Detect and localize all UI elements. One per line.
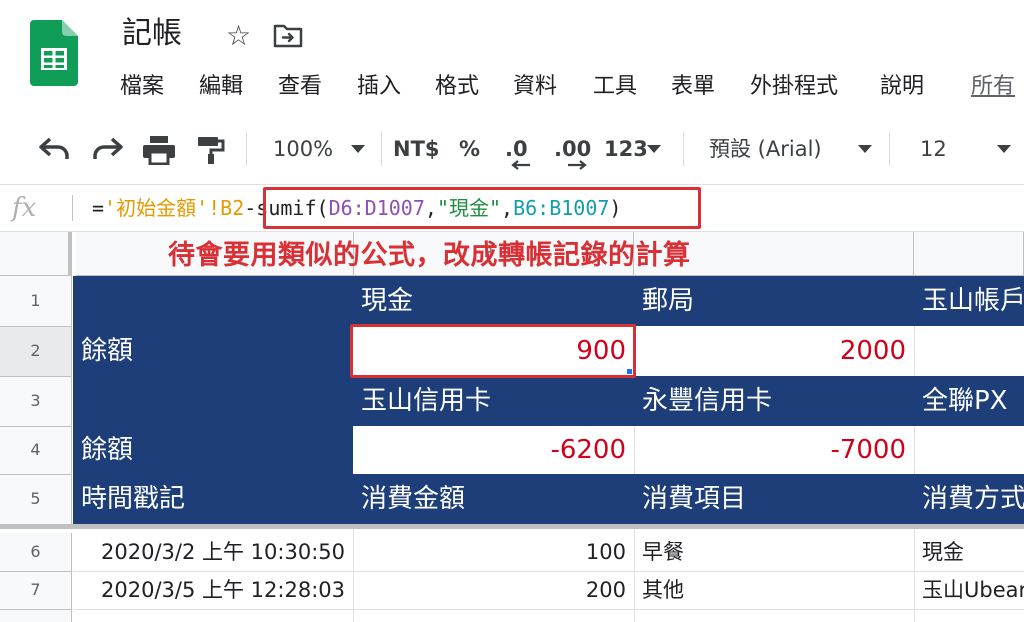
row-header-8[interactable]: [0, 609, 72, 622]
row-header-7[interactable]: 7: [0, 571, 72, 609]
cell-d5[interactable]: 消費方式: [914, 474, 1024, 524]
cell-a6[interactable]: 2020/3/2 上午 10:30:50: [73, 533, 353, 571]
cell-a7[interactable]: 2020/3/5 上午 12:28:03: [73, 571, 353, 609]
cell-d1[interactable]: 玉山帳戶: [914, 276, 1024, 326]
paint-format-icon[interactable]: [196, 135, 226, 165]
font-family-select[interactable]: 預設 (Arial): [709, 118, 822, 180]
cell-d6[interactable]: 現金: [914, 533, 1024, 571]
zoom-dropdown-icon[interactable]: [351, 145, 365, 153]
cell-b1[interactable]: 現金: [353, 276, 634, 326]
menu-tools[interactable]: 工具: [593, 70, 637, 104]
cell-a4[interactable]: 餘額: [73, 426, 353, 474]
sheets-logo-icon[interactable]: [30, 20, 78, 86]
cell-a2[interactable]: 餘額: [73, 326, 353, 376]
more-formats-dropdown-icon[interactable]: [647, 145, 661, 153]
font-dropdown-icon[interactable]: [858, 145, 872, 153]
cell-b4[interactable]: -6200: [353, 426, 634, 474]
menu-format[interactable]: 格式: [435, 70, 479, 104]
column-header-d[interactable]: [914, 232, 1024, 276]
formula-highlight-box: [263, 187, 701, 229]
cell-b7[interactable]: 200: [353, 571, 634, 609]
formula-bar: fx ='初始金額'!B2-sumif(D6:D1007,"現金",B6:B10…: [0, 184, 1024, 232]
cell-d3[interactable]: 全聯PX: [914, 376, 1024, 426]
font-size-dropdown-icon[interactable]: [997, 145, 1011, 153]
star-icon[interactable]: ☆: [226, 20, 251, 52]
arrow-right-icon: [568, 160, 587, 170]
row-header-2[interactable]: 2: [0, 326, 72, 376]
cell-c3[interactable]: 永豐信用卡: [634, 376, 914, 426]
currency-format-button[interactable]: NT$: [393, 118, 440, 180]
move-to-folder-icon[interactable]: [273, 22, 303, 48]
print-icon[interactable]: [142, 135, 176, 165]
more-formats-button[interactable]: 123: [604, 118, 648, 180]
cell-d2[interactable]: [914, 326, 1024, 376]
cell-b5[interactable]: 消費金額: [353, 474, 634, 524]
font-size-select[interactable]: 12: [920, 118, 947, 180]
decrease-decimal-button[interactable]: .0: [505, 118, 528, 180]
cell-b3[interactable]: 玉山信用卡: [353, 376, 634, 426]
row-header-6[interactable]: 6: [0, 533, 72, 571]
menu-addons[interactable]: 外掛程式: [750, 70, 838, 104]
cell-a5[interactable]: 時間戳記: [73, 474, 353, 524]
menu-file[interactable]: 檔案: [120, 70, 164, 104]
menu-help[interactable]: 說明: [880, 70, 924, 104]
cell-c2[interactable]: 2000: [634, 326, 914, 376]
menu-forms[interactable]: 表單: [671, 70, 715, 104]
cell-a3[interactable]: [73, 376, 353, 426]
cell-c7[interactable]: 其他: [634, 571, 914, 609]
menu-view[interactable]: 查看: [278, 70, 322, 104]
cell-d4[interactable]: [914, 426, 1024, 474]
cell-c6[interactable]: 早餐: [634, 533, 914, 571]
cell-d7[interactable]: 玉山Ubear: [914, 571, 1024, 609]
fill-handle[interactable]: [626, 368, 633, 375]
last-edit-link[interactable]: 所有: [971, 70, 1015, 104]
menu-edit[interactable]: 編輯: [199, 70, 243, 104]
row-header-4[interactable]: 4: [0, 426, 72, 474]
cell-c4[interactable]: -7000: [634, 426, 914, 474]
cell-a1[interactable]: [73, 276, 353, 326]
zoom-select[interactable]: 100%: [273, 118, 333, 180]
annotation-note: 待會要用類似的公式，改成轉帳記錄的計算: [168, 240, 691, 271]
row-header-3[interactable]: 3: [0, 376, 72, 426]
redo-icon[interactable]: [90, 135, 124, 163]
selected-cell-highlight: [350, 324, 636, 378]
menu-insert[interactable]: 插入: [357, 70, 401, 104]
cell-c5[interactable]: 消費項目: [634, 474, 914, 524]
menu-data[interactable]: 資料: [513, 70, 557, 104]
cell-c1[interactable]: 郵局: [634, 276, 914, 326]
percent-format-button[interactable]: %: [459, 118, 480, 180]
undo-icon[interactable]: [38, 135, 72, 163]
increase-decimal-button[interactable]: .00: [554, 118, 591, 180]
row-header-1[interactable]: 1: [0, 276, 72, 326]
cell-b6[interactable]: 100: [353, 533, 634, 571]
arrow-left-icon: [511, 160, 530, 170]
select-all-corner[interactable]: [0, 232, 72, 276]
toolbar: 100% NT$ % .0 .00 123 預設 (Arial) 12: [0, 118, 1024, 180]
document-title[interactable]: 記帳: [122, 12, 182, 56]
spreadsheet-grid: B 待會要用類似的公式，改成轉帳記錄的計算 1 2 3 4 5 6 7 現金 郵…: [0, 232, 1024, 622]
fx-icon: fx: [12, 193, 37, 223]
row-header-5[interactable]: 5: [0, 474, 72, 524]
